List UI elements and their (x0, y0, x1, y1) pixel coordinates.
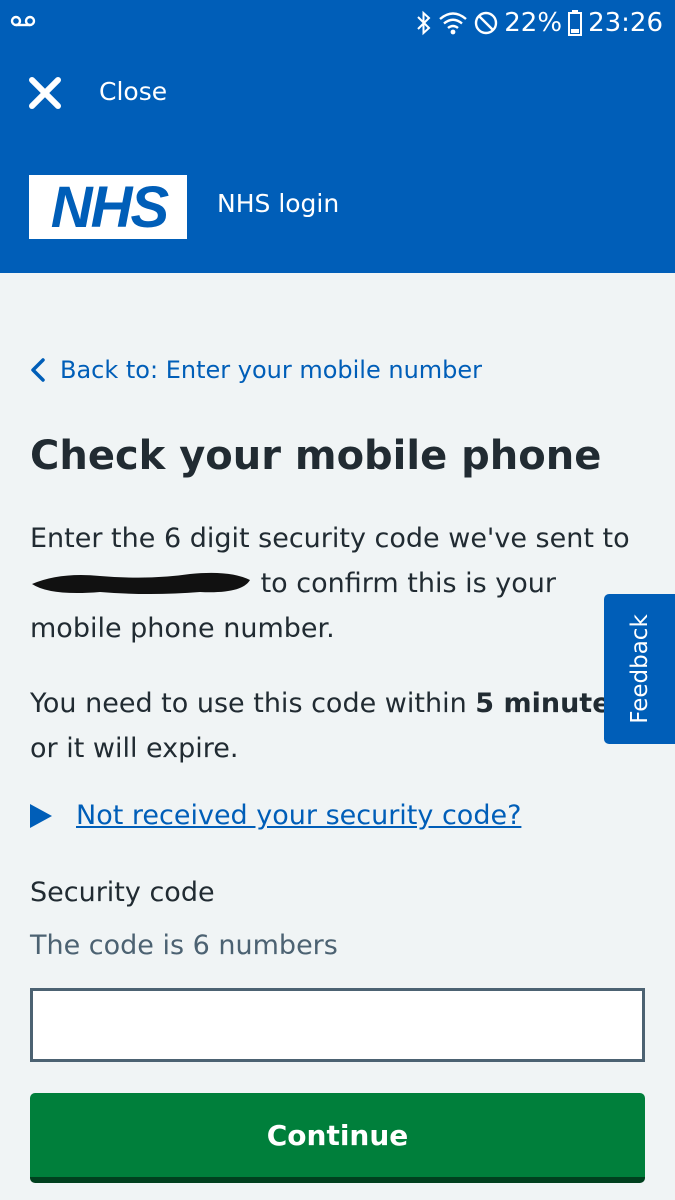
expiry-before: You need to use this code within (30, 688, 476, 719)
feedback-label[interactable]: Feedback (627, 614, 653, 724)
instructions-before: Enter the 6 digit security code we've se… (30, 523, 630, 554)
close-label[interactable]: Close (99, 77, 167, 106)
security-code-input[interactable] (30, 988, 645, 1062)
expiry-after: or it will expire. (30, 733, 239, 764)
voicemail-icon (10, 15, 36, 27)
nhs-logo-text: NHS (51, 175, 170, 239)
nhs-logo: NHS (29, 175, 187, 239)
do-not-disturb-icon (475, 11, 498, 35)
instructions-text: Enter the 6 digit security code we've se… (30, 516, 650, 651)
nhs-header: Close NHS NHS login (0, 47, 675, 273)
wifi-icon (439, 12, 468, 35)
not-received-details[interactable]: Not received your security code? (30, 800, 521, 831)
not-received-link[interactable]: Not received your security code? (76, 800, 521, 831)
security-code-label: Security code (30, 877, 215, 908)
status-bar: 22% 23:26 (0, 0, 675, 47)
chevron-left-icon (31, 358, 45, 382)
close-button[interactable]: Close (28, 73, 167, 113)
back-link-label[interactable]: Back to: Enter your mobile number (60, 356, 482, 384)
bluetooth-icon (417, 10, 431, 36)
close-icon[interactable] (28, 76, 62, 110)
triangle-right-icon (30, 803, 52, 828)
battery-icon (568, 10, 583, 36)
back-link[interactable]: Back to: Enter your mobile number (30, 356, 482, 384)
clock: 23:26 (588, 8, 663, 38)
security-code-hint: The code is 6 numbers (30, 930, 338, 961)
redacted-phone-number (30, 567, 252, 595)
continue-button[interactable]: Continue (30, 1093, 645, 1183)
expiry-text: You need to use this code within 5 minut… (30, 681, 650, 771)
feedback-tab[interactable]: Feedback (604, 594, 675, 744)
page-title: Check your mobile phone (30, 433, 602, 479)
service-name: NHS login (217, 189, 340, 218)
battery-percentage: 22% (504, 8, 563, 38)
